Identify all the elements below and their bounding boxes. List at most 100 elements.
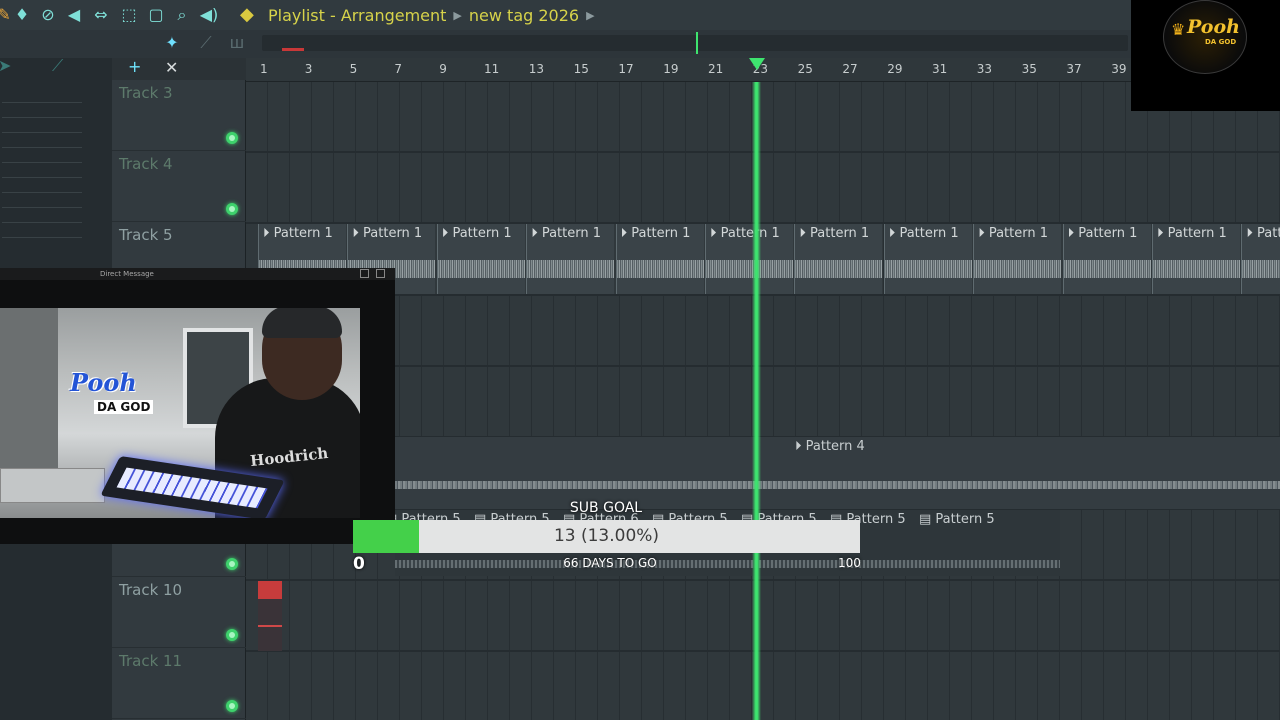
ruler-bar-label: 35 xyxy=(1021,62,1037,76)
link-icon[interactable]: ⟋ xyxy=(52,57,63,75)
keyboard-keys xyxy=(116,467,268,509)
pattern-label: ⏵ Pattern 1 xyxy=(352,226,423,241)
desk-equipment xyxy=(0,468,105,503)
brand-sub: DA GOD xyxy=(1205,38,1237,46)
shelf xyxy=(0,308,58,468)
pattern-name: Pattern 1 xyxy=(541,226,602,241)
pattern-label: ⏵ Pattern 1 xyxy=(1246,226,1280,241)
track-name: Track 11 xyxy=(119,652,183,670)
bear-icon: ♛ xyxy=(1171,20,1186,39)
pattern-clip[interactable]: ⏵ Pattern 1 xyxy=(794,224,883,294)
piano-icon[interactable]: ш xyxy=(227,33,247,53)
track-header[interactable]: Track 10 xyxy=(112,577,246,648)
slide-icon[interactable]: ⟋ xyxy=(196,33,216,53)
waveform xyxy=(616,260,704,278)
pattern-label: ⏵ Pattern 1 xyxy=(263,226,333,241)
close-icon[interactable]: ✕ xyxy=(165,59,178,77)
pattern-clip[interactable]: ⏵ Pattern 1 xyxy=(973,224,1062,294)
pattern4-clip[interactable]: ⏵ Pattern 4 xyxy=(395,437,1280,509)
pattern-label: ⏵ Pattern 1 xyxy=(978,226,1049,241)
playlist-grid[interactable] xyxy=(246,82,1280,720)
zoom-icon[interactable]: ⌕ xyxy=(172,5,192,25)
track-active-icon[interactable] xyxy=(226,558,238,570)
add-icon[interactable]: + xyxy=(128,58,141,76)
track-header[interactable]: Track 4 xyxy=(112,151,246,222)
pattern-clip[interactable]: ⏵ Pattern 1 xyxy=(526,224,615,294)
brush-icon[interactable]: ♦ xyxy=(12,5,32,25)
pattern-label[interactable]: ▤ Pattern 5 xyxy=(919,512,995,527)
ruler-bar-label: 27 xyxy=(842,62,858,76)
ruler-bar-label: 7 xyxy=(394,62,403,76)
sub-goal-max: 100 xyxy=(838,556,861,570)
snap-icon[interactable]: ✦ xyxy=(162,33,182,53)
pattern-name: Pattern 1 xyxy=(1078,226,1138,241)
no-icon[interactable]: ⊘ xyxy=(38,5,58,25)
sub-goal-days: 66 DAYS TO GO xyxy=(563,556,657,570)
ruler-bar-label: 37 xyxy=(1066,62,1082,76)
breadcrumb-sep-icon: ▶ xyxy=(453,8,462,22)
playback-icon[interactable]: ◀) xyxy=(199,5,219,25)
track-active-icon[interactable] xyxy=(226,629,238,641)
pattern-clip[interactable]: ⏵ Pattern 1 xyxy=(1062,224,1151,294)
webcam-titlebar: Direct Message xyxy=(0,268,395,280)
track-active-icon[interactable] xyxy=(226,132,238,144)
logo-sub: DA GOD xyxy=(94,400,154,414)
pattern-name: Pattern 1 xyxy=(273,226,333,241)
track-divider xyxy=(246,650,1280,652)
clip-note xyxy=(258,625,282,627)
breadcrumb: Playlist - Arrangement ▶ new tag 2026 ▶ xyxy=(268,3,595,27)
stretch-icon[interactable]: ⇔ xyxy=(91,5,111,25)
ruler-bar-label: 19 xyxy=(663,62,679,76)
select-icon[interactable]: ⬚ xyxy=(119,5,139,25)
pattern-name: Pattern 4 xyxy=(805,439,865,454)
track-name: Track 10 xyxy=(119,581,183,599)
waveform xyxy=(795,260,883,278)
ruler-bar-label: 15 xyxy=(573,62,589,76)
ruler-bar-label: 31 xyxy=(932,62,948,76)
arrow-icon[interactable]: ➤ xyxy=(0,57,11,75)
pattern-clip[interactable]: ⏵ Pattern 1 xyxy=(1152,224,1240,294)
track-divider xyxy=(246,294,1280,296)
ruler-bar-label: 17 xyxy=(618,62,634,76)
scroll-position-marker[interactable] xyxy=(696,32,698,54)
pattern-label: ⏵ Pattern 1 xyxy=(620,226,691,241)
pattern-name: Pattern 1 xyxy=(988,226,1049,241)
select-box-icon[interactable]: ▢ xyxy=(146,5,166,25)
waveform xyxy=(395,560,1060,568)
horizontal-scrollbar[interactable] xyxy=(262,35,1128,51)
track-name: Track 3 xyxy=(119,84,173,102)
breadcrumb-project[interactable]: new tag 2026 xyxy=(469,6,579,25)
pattern-clip[interactable]: ⏵ Pattern 1 xyxy=(705,224,793,294)
waveform xyxy=(527,260,615,278)
track-divider xyxy=(246,151,1280,153)
webcam-logo: Pooh DA GOD xyxy=(70,370,154,415)
ruler-bar-label: 11 xyxy=(484,62,500,76)
daw-screen: ✎ ♦ ⊘ ◀ ⇔ ⬚ ▢ ⌕ ◀) ◆ Playlist - Arrangem… xyxy=(0,0,1280,720)
mute-icon[interactable]: ◀ xyxy=(64,5,84,25)
brand-logo: ♛ Pooh DA GOD xyxy=(1131,0,1280,111)
pattern-clip[interactable]: ⏵ Pattern 1 xyxy=(615,224,704,294)
waveform xyxy=(884,260,972,278)
breadcrumb-playlist[interactable]: Playlist - Arrangement xyxy=(268,6,446,25)
pattern-name: Pattern 1 xyxy=(631,226,691,241)
pattern-clip[interactable]: ⏵ Pattern 1 xyxy=(436,224,525,294)
webcam-overlay: Direct Message Hoodrich Pooh DA GOD xyxy=(0,268,395,544)
playhead[interactable] xyxy=(752,82,761,720)
pattern-label: ⏵ Pattern 1 xyxy=(799,226,870,241)
track-active-icon[interactable] xyxy=(226,203,238,215)
track-active-icon[interactable] xyxy=(226,700,238,712)
track-header[interactable]: Track 11 xyxy=(112,648,246,719)
playhead-marker-icon[interactable] xyxy=(749,58,765,70)
track-name: Track 4 xyxy=(119,155,173,173)
sub-goal-label: 13 (13.00%) xyxy=(553,526,660,546)
ruler-bar-label: 1 xyxy=(260,62,268,76)
pattern-clip[interactable]: ⏵ Pattern 1 xyxy=(883,224,972,294)
track10-clip[interactable] xyxy=(258,581,282,651)
close-icon[interactable] xyxy=(376,269,385,278)
track-header[interactable]: Track 3 xyxy=(112,80,246,151)
pattern-label: ⏵ Pattern 1 xyxy=(1157,226,1227,241)
waveform xyxy=(974,260,1062,278)
pattern-clip[interactable]: ⏵ Pattern 1 xyxy=(1241,224,1280,294)
restore-icon[interactable] xyxy=(360,269,369,278)
pattern-label: ⏵ Pattern 1 xyxy=(1067,226,1138,241)
